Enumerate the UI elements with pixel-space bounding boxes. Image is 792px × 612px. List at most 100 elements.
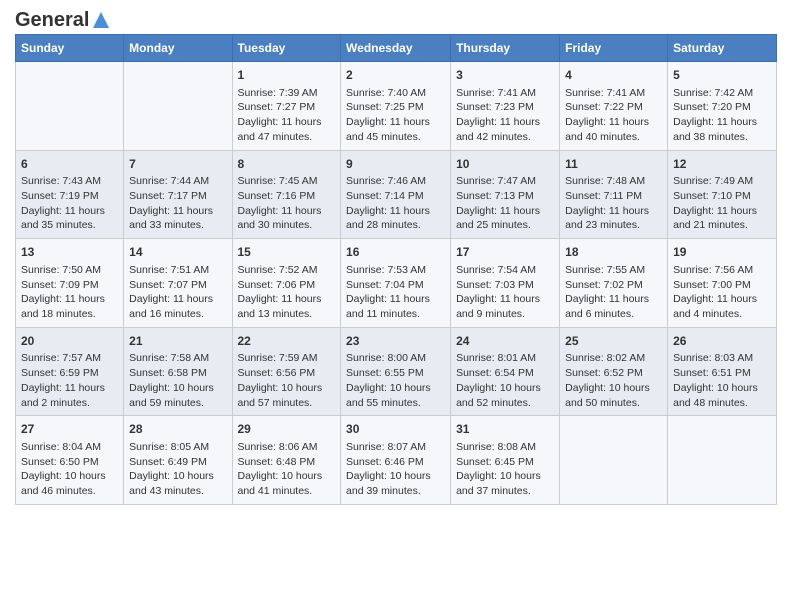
calendar-cell-2-2: 7Sunrise: 7:44 AMSunset: 7:17 PMDaylight… — [124, 150, 232, 239]
day-info: Daylight: 11 hours and 21 minutes. — [673, 204, 771, 233]
day-info: Sunset: 7:27 PM — [238, 100, 336, 115]
calendar-cell-2-6: 11Sunrise: 7:48 AMSunset: 7:11 PMDayligh… — [560, 150, 668, 239]
day-info: Sunset: 6:58 PM — [129, 366, 226, 381]
day-info: Sunrise: 8:08 AM — [456, 440, 554, 455]
column-header-friday: Friday — [560, 35, 668, 62]
day-info: Sunrise: 8:01 AM — [456, 351, 554, 366]
day-number: 1 — [238, 67, 336, 84]
day-info: Daylight: 11 hours and 28 minutes. — [346, 204, 445, 233]
day-number: 14 — [129, 244, 226, 261]
day-info: Sunrise: 7:40 AM — [346, 86, 445, 101]
day-info: Sunset: 7:17 PM — [129, 189, 226, 204]
day-info: Sunset: 7:16 PM — [238, 189, 336, 204]
calendar-cell-1-6: 4Sunrise: 7:41 AMSunset: 7:22 PMDaylight… — [560, 62, 668, 151]
calendar-cell-4-7: 26Sunrise: 8:03 AMSunset: 6:51 PMDayligh… — [668, 327, 777, 416]
calendar-cell-5-4: 30Sunrise: 8:07 AMSunset: 6:46 PMDayligh… — [341, 416, 451, 505]
day-info: Daylight: 11 hours and 4 minutes. — [673, 292, 771, 321]
calendar-cell-3-2: 14Sunrise: 7:51 AMSunset: 7:07 PMDayligh… — [124, 239, 232, 328]
day-info: Sunset: 7:19 PM — [21, 189, 118, 204]
column-header-saturday: Saturday — [668, 35, 777, 62]
calendar-table: SundayMondayTuesdayWednesdayThursdayFrid… — [15, 34, 777, 505]
calendar-cell-3-7: 19Sunrise: 7:56 AMSunset: 7:00 PMDayligh… — [668, 239, 777, 328]
day-info: Daylight: 11 hours and 33 minutes. — [129, 204, 226, 233]
calendar-cell-2-1: 6Sunrise: 7:43 AMSunset: 7:19 PMDaylight… — [16, 150, 124, 239]
day-info: Sunset: 6:54 PM — [456, 366, 554, 381]
calendar-week-4: 20Sunrise: 7:57 AMSunset: 6:59 PMDayligh… — [16, 327, 777, 416]
calendar-cell-4-6: 25Sunrise: 8:02 AMSunset: 6:52 PMDayligh… — [560, 327, 668, 416]
day-number: 24 — [456, 333, 554, 350]
day-info: Daylight: 10 hours and 48 minutes. — [673, 381, 771, 410]
day-info: Sunset: 6:49 PM — [129, 455, 226, 470]
day-number: 5 — [673, 67, 771, 84]
calendar-cell-3-6: 18Sunrise: 7:55 AMSunset: 7:02 PMDayligh… — [560, 239, 668, 328]
day-info: Daylight: 10 hours and 57 minutes. — [238, 381, 336, 410]
logo-general: General — [15, 10, 89, 30]
calendar-cell-2-3: 8Sunrise: 7:45 AMSunset: 7:16 PMDaylight… — [232, 150, 341, 239]
day-info: Sunrise: 7:42 AM — [673, 86, 771, 101]
day-info: Daylight: 10 hours and 39 minutes. — [346, 469, 445, 498]
column-header-wednesday: Wednesday — [341, 35, 451, 62]
day-number: 22 — [238, 333, 336, 350]
day-info: Daylight: 10 hours and 59 minutes. — [129, 381, 226, 410]
day-number: 8 — [238, 156, 336, 173]
day-info: Sunset: 6:59 PM — [21, 366, 118, 381]
day-info: Sunrise: 8:05 AM — [129, 440, 226, 455]
day-info: Daylight: 10 hours and 55 minutes. — [346, 381, 445, 410]
calendar-cell-3-4: 16Sunrise: 7:53 AMSunset: 7:04 PMDayligh… — [341, 239, 451, 328]
day-info: Daylight: 11 hours and 30 minutes. — [238, 204, 336, 233]
day-info: Sunset: 6:52 PM — [565, 366, 662, 381]
day-number: 2 — [346, 67, 445, 84]
calendar-cell-5-2: 28Sunrise: 8:05 AMSunset: 6:49 PMDayligh… — [124, 416, 232, 505]
calendar-cell-5-6 — [560, 416, 668, 505]
calendar-week-5: 27Sunrise: 8:04 AMSunset: 6:50 PMDayligh… — [16, 416, 777, 505]
calendar-cell-1-4: 2Sunrise: 7:40 AMSunset: 7:25 PMDaylight… — [341, 62, 451, 151]
day-info: Sunrise: 7:47 AM — [456, 174, 554, 189]
day-info: Sunset: 7:20 PM — [673, 100, 771, 115]
day-info: Sunrise: 7:39 AM — [238, 86, 336, 101]
calendar-cell-4-4: 23Sunrise: 8:00 AMSunset: 6:55 PMDayligh… — [341, 327, 451, 416]
day-info: Daylight: 10 hours and 41 minutes. — [238, 469, 336, 498]
day-info: Sunrise: 7:41 AM — [565, 86, 662, 101]
day-number: 3 — [456, 67, 554, 84]
day-info: Sunset: 6:45 PM — [456, 455, 554, 470]
day-info: Sunrise: 7:53 AM — [346, 263, 445, 278]
day-number: 17 — [456, 244, 554, 261]
day-number: 9 — [346, 156, 445, 173]
day-number: 7 — [129, 156, 226, 173]
day-number: 29 — [238, 421, 336, 438]
day-number: 18 — [565, 244, 662, 261]
calendar-cell-5-5: 31Sunrise: 8:08 AMSunset: 6:45 PMDayligh… — [451, 416, 560, 505]
calendar-cell-4-3: 22Sunrise: 7:59 AMSunset: 6:56 PMDayligh… — [232, 327, 341, 416]
day-info: Daylight: 11 hours and 40 minutes. — [565, 115, 662, 144]
day-info: Sunset: 7:25 PM — [346, 100, 445, 115]
day-info: Sunrise: 7:54 AM — [456, 263, 554, 278]
day-info: Sunset: 7:23 PM — [456, 100, 554, 115]
day-info: Sunset: 7:04 PM — [346, 278, 445, 293]
day-number: 12 — [673, 156, 771, 173]
calendar-cell-4-2: 21Sunrise: 7:58 AMSunset: 6:58 PMDayligh… — [124, 327, 232, 416]
day-number: 23 — [346, 333, 445, 350]
day-info: Daylight: 11 hours and 38 minutes. — [673, 115, 771, 144]
calendar-cell-2-4: 9Sunrise: 7:46 AMSunset: 7:14 PMDaylight… — [341, 150, 451, 239]
day-number: 30 — [346, 421, 445, 438]
day-number: 10 — [456, 156, 554, 173]
day-info: Sunrise: 8:03 AM — [673, 351, 771, 366]
day-info: Sunrise: 7:51 AM — [129, 263, 226, 278]
day-info: Daylight: 11 hours and 2 minutes. — [21, 381, 118, 410]
day-number: 15 — [238, 244, 336, 261]
day-info: Sunrise: 7:41 AM — [456, 86, 554, 101]
day-info: Daylight: 11 hours and 35 minutes. — [21, 204, 118, 233]
day-number: 27 — [21, 421, 118, 438]
day-info: Daylight: 11 hours and 9 minutes. — [456, 292, 554, 321]
day-info: Daylight: 11 hours and 25 minutes. — [456, 204, 554, 233]
day-info: Sunset: 7:13 PM — [456, 189, 554, 204]
day-info: Daylight: 10 hours and 37 minutes. — [456, 469, 554, 498]
day-info: Sunset: 7:02 PM — [565, 278, 662, 293]
day-info: Sunset: 6:56 PM — [238, 366, 336, 381]
day-number: 25 — [565, 333, 662, 350]
day-info: Sunset: 6:50 PM — [21, 455, 118, 470]
day-info: Sunset: 7:03 PM — [456, 278, 554, 293]
day-number: 13 — [21, 244, 118, 261]
calendar-cell-5-7 — [668, 416, 777, 505]
day-number: 4 — [565, 67, 662, 84]
